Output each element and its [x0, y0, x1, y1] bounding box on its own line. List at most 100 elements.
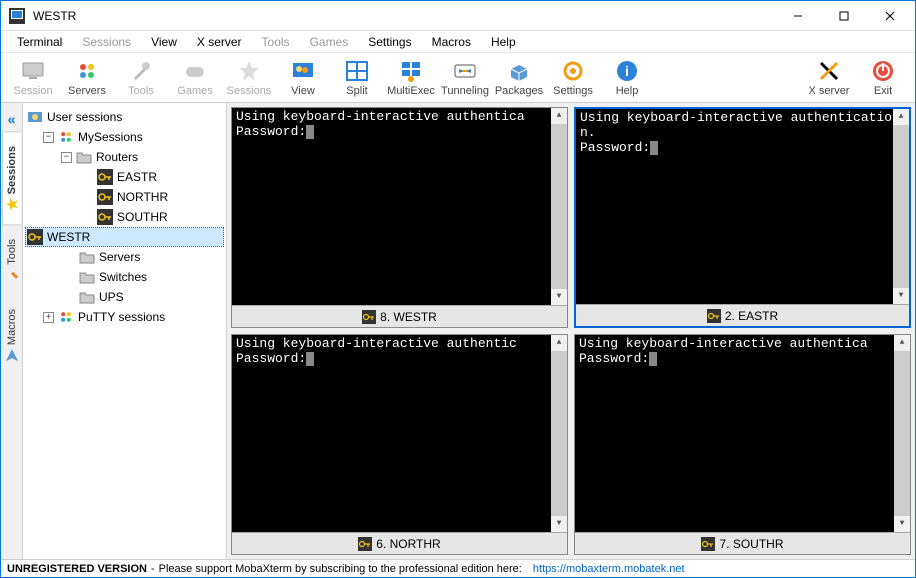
- collapse-sidebar-button[interactable]: «: [8, 107, 16, 131]
- key-icon: [97, 169, 113, 185]
- terminal-grid: Using keyboard-interactive authentica Pa…: [227, 103, 915, 559]
- tree-southr[interactable]: SOUTHR: [25, 207, 224, 227]
- terminal-tab[interactable]: 2. EASTR: [576, 304, 909, 326]
- menu-macros[interactable]: Macros: [422, 32, 481, 52]
- toolbar-settings[interactable]: Settings: [547, 55, 599, 101]
- side-tabs: « Sessions Tools Macros: [1, 103, 23, 559]
- folder-icon: [76, 149, 92, 165]
- terminal-pane-southr[interactable]: Using keyboard-interactive authentica Pa…: [574, 334, 911, 555]
- tree-user-sessions[interactable]: User sessions: [25, 107, 224, 127]
- tree-putty-sessions[interactable]: + PuTTY sessions: [25, 307, 224, 327]
- terminal-content[interactable]: Using keyboard-interactive authentica Pa…: [575, 335, 910, 532]
- toolbar-exit[interactable]: Exit: [857, 55, 909, 101]
- macro-plane-icon: [6, 349, 18, 361]
- key-icon: [97, 189, 113, 205]
- unregistered-label: UNREGISTERED VERSION: [7, 563, 147, 575]
- window-title: WESTR: [33, 9, 775, 23]
- toolbar-multiexec[interactable]: MultiExec: [385, 55, 437, 101]
- session-icon: [21, 59, 45, 83]
- close-button[interactable]: [867, 1, 913, 31]
- toolbar-servers[interactable]: Servers: [61, 55, 113, 101]
- sessions-star-icon: [237, 59, 261, 83]
- toolbar-tools[interactable]: Tools: [115, 55, 167, 101]
- star-icon: [6, 198, 18, 210]
- folder-icon: [79, 269, 95, 285]
- terminal-scrollbar[interactable]: ▲▼: [894, 335, 910, 532]
- status-link[interactable]: https://mobaxterm.mobatek.net: [533, 563, 685, 575]
- terminal-scrollbar[interactable]: ▲▼: [893, 109, 909, 304]
- tree-eastr[interactable]: EASTR: [25, 167, 224, 187]
- menu-terminal[interactable]: Terminal: [7, 32, 72, 52]
- tree-servers[interactable]: Servers: [25, 247, 224, 267]
- terminal-scrollbar[interactable]: ▲▼: [551, 108, 567, 305]
- folder-icon: [79, 249, 95, 265]
- app-icon: [9, 8, 25, 24]
- putty-globe-icon: [58, 309, 74, 325]
- terminal-content[interactable]: Using keyboard-interactive authentica Pa…: [232, 108, 567, 305]
- toolbar-xserver[interactable]: X server: [803, 55, 855, 101]
- terminal-tab[interactable]: 7. SOUTHR: [575, 532, 910, 554]
- folder-icon: [79, 289, 95, 305]
- tree-mysessions[interactable]: − MySessions: [25, 127, 224, 147]
- tree-routers[interactable]: − Routers: [25, 147, 224, 167]
- minimize-button[interactable]: [775, 1, 821, 31]
- menu-tools[interactable]: Tools: [252, 32, 300, 52]
- games-icon: [183, 59, 207, 83]
- toolbar-help[interactable]: i Help: [601, 55, 653, 101]
- titlebar: WESTR: [1, 1, 915, 31]
- menu-xserver[interactable]: X server: [187, 32, 252, 52]
- status-message: Please support MobaXterm by subscribing …: [159, 563, 522, 575]
- terminal-content[interactable]: Using keyboard-interactive authenticatio…: [576, 109, 909, 304]
- window-controls: [775, 1, 913, 31]
- toolbar-packages[interactable]: Packages: [493, 55, 545, 101]
- view-icon: [291, 59, 315, 83]
- terminal-pane-eastr[interactable]: Using keyboard-interactive authenticatio…: [574, 107, 911, 328]
- menu-view[interactable]: View: [141, 32, 187, 52]
- sidetab-macros[interactable]: Macros: [3, 295, 21, 375]
- expander-minus-icon[interactable]: −: [43, 132, 54, 143]
- tree-northr[interactable]: NORTHR: [25, 187, 224, 207]
- terminal-pane-northr[interactable]: Using keyboard-interactive authentic Pas…: [231, 334, 568, 555]
- tree-westr[interactable]: WESTR: [25, 227, 224, 247]
- menu-help[interactable]: Help: [481, 32, 526, 52]
- toolbar-sessions[interactable]: Sessions: [223, 55, 275, 101]
- menu-sessions[interactable]: Sessions: [72, 32, 141, 52]
- terminal-tab[interactable]: 8. WESTR: [232, 305, 567, 327]
- toolbar-games[interactable]: Games: [169, 55, 221, 101]
- tree-switches[interactable]: Switches: [25, 267, 224, 287]
- globe-folder-icon: [58, 129, 74, 145]
- tree-ups[interactable]: UPS: [25, 287, 224, 307]
- toolbar: Session Servers Tools Games Sessions Vie…: [1, 53, 915, 103]
- menubar: Terminal Sessions View X server Tools Ga…: [1, 31, 915, 53]
- user-sessions-icon: [27, 109, 43, 125]
- terminal-scrollbar[interactable]: ▲▼: [551, 335, 567, 532]
- terminal-pane-westr[interactable]: Using keyboard-interactive authentica Pa…: [231, 107, 568, 328]
- menu-games[interactable]: Games: [300, 32, 359, 52]
- exit-power-icon: [871, 59, 895, 83]
- toolbar-tunneling[interactable]: Tunneling: [439, 55, 491, 101]
- key-icon: [97, 209, 113, 225]
- terminal-cursor: [650, 141, 658, 155]
- toolbar-session[interactable]: Session: [7, 55, 59, 101]
- sidetab-tools[interactable]: Tools: [3, 225, 21, 295]
- sessions-tree: User sessions − MySessions − Routers EAS…: [23, 103, 227, 559]
- tunneling-icon: [453, 59, 477, 83]
- toolbar-split[interactable]: Split: [331, 55, 383, 101]
- maximize-button[interactable]: [821, 1, 867, 31]
- settings-gear-icon: [561, 59, 585, 83]
- terminal-content[interactable]: Using keyboard-interactive authentic Pas…: [232, 335, 567, 532]
- terminal-cursor: [649, 352, 657, 366]
- menu-settings[interactable]: Settings: [358, 32, 421, 52]
- multiexec-icon: [399, 59, 423, 83]
- toolbar-view[interactable]: View: [277, 55, 329, 101]
- help-icon: i: [615, 59, 639, 83]
- terminal-tab[interactable]: 6. NORTHR: [232, 532, 567, 554]
- split-icon: [345, 59, 369, 83]
- xserver-icon: [817, 59, 841, 83]
- tools-icon: [129, 59, 153, 83]
- expander-plus-icon[interactable]: +: [43, 312, 54, 323]
- main-area: « Sessions Tools Macros User sessions − …: [1, 103, 915, 559]
- key-icon: [707, 309, 721, 323]
- sidetab-sessions[interactable]: Sessions: [2, 131, 21, 225]
- expander-minus-icon[interactable]: −: [61, 152, 72, 163]
